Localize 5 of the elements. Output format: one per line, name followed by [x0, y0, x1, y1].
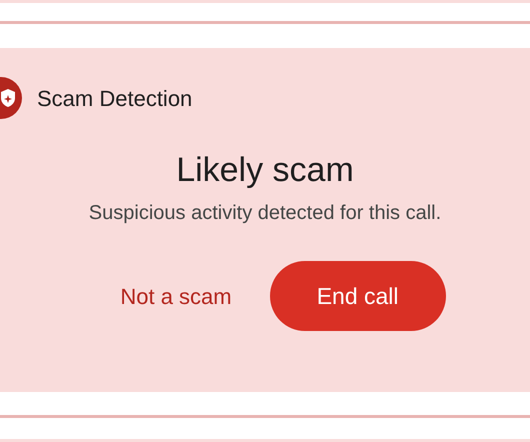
card-header: Scam Detection [37, 84, 192, 112]
alert-title: Likely scam [175, 150, 355, 190]
alert-message: Suspicious activity detected for this call. [88, 201, 442, 226]
end-call-button[interactable]: End call [270, 261, 446, 331]
not-scam-button[interactable]: Not a scam [112, 274, 240, 318]
